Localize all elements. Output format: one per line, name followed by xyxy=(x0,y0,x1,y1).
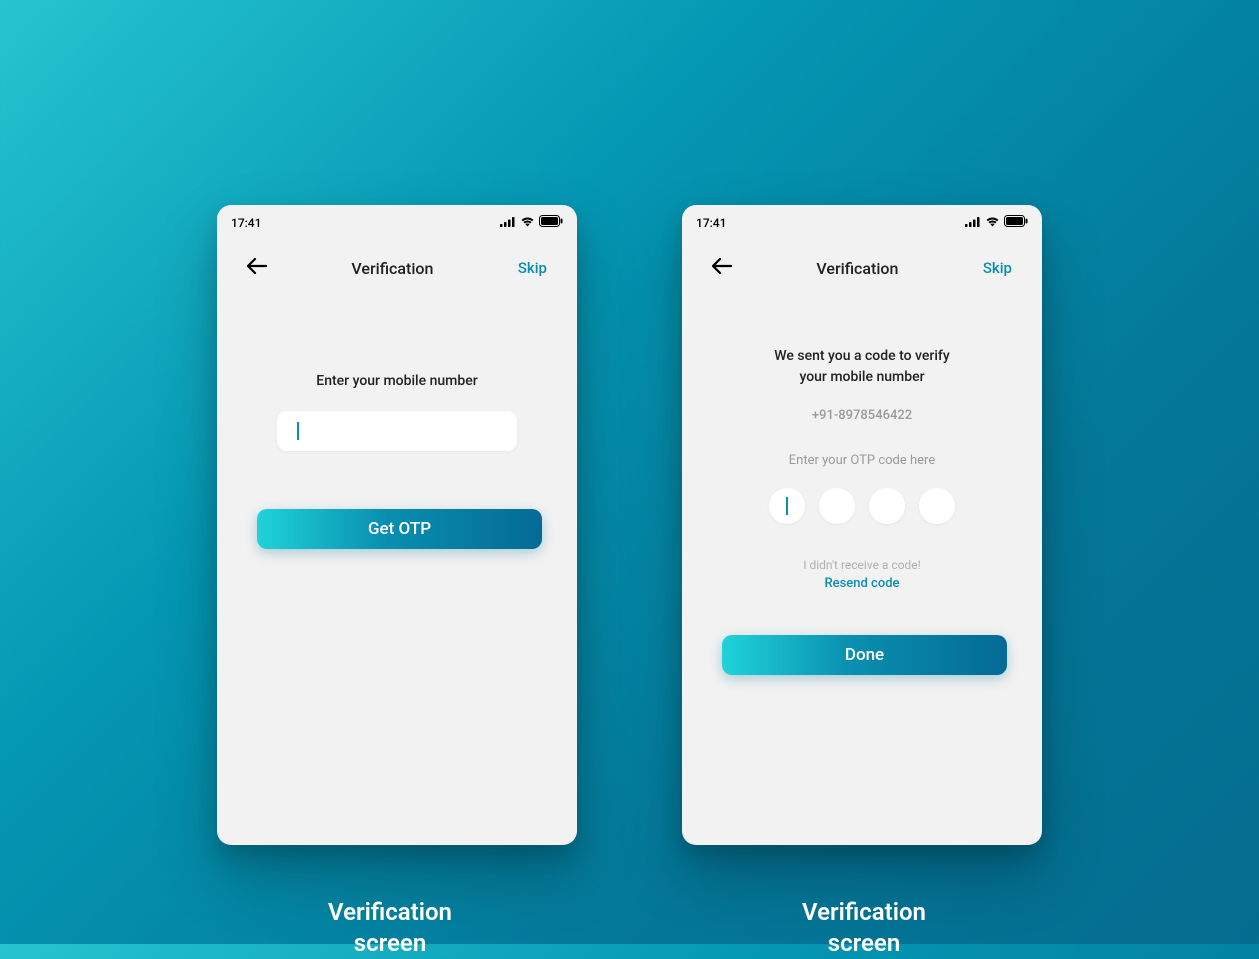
text-cursor xyxy=(297,422,299,440)
verify-line1: We sent you a code to verify xyxy=(774,348,949,364)
battery-icon xyxy=(1004,215,1028,230)
caption-left: Verification screen xyxy=(290,897,490,959)
otp-digit-1[interactable] xyxy=(769,488,805,524)
page-title: Verification xyxy=(351,259,433,278)
status-time: 17:41 xyxy=(696,216,726,230)
signal-icon xyxy=(965,216,981,230)
skip-button[interactable]: Skip xyxy=(518,259,547,277)
status-time: 17:41 xyxy=(231,216,261,230)
back-button[interactable] xyxy=(247,258,267,278)
arrow-left-icon xyxy=(712,258,732,278)
back-button[interactable] xyxy=(712,258,732,278)
arrow-left-icon xyxy=(247,258,267,278)
text-cursor xyxy=(786,497,788,515)
verify-line2: your mobile number xyxy=(799,369,924,385)
caption-right: Verification screen xyxy=(764,897,964,959)
signal-icon xyxy=(500,216,516,230)
get-otp-button[interactable]: Get OTP xyxy=(257,509,542,549)
mobile-number-input[interactable] xyxy=(277,411,517,451)
caption-line1: Verification xyxy=(328,898,452,926)
phone-mockup-enter-otp: 17:41 Verification Skip xyxy=(682,205,1042,845)
caption-line2: screen xyxy=(354,929,427,957)
status-icons xyxy=(500,215,563,230)
nav-bar: Verification Skip xyxy=(217,236,577,288)
phone-mockup-enter-number: 17:41 Verification Skip xyxy=(217,205,577,845)
otp-digit-3[interactable] xyxy=(869,488,905,524)
page-title: Verification xyxy=(816,259,898,278)
otp-digit-2[interactable] xyxy=(819,488,855,524)
skip-button[interactable]: Skip xyxy=(983,259,1012,277)
status-icons xyxy=(965,215,1028,230)
otp-prompt: Enter your OTP code here xyxy=(722,453,1002,468)
done-button[interactable]: Done xyxy=(722,635,1007,675)
phone-number-display: +91-8978546422 xyxy=(722,408,1002,423)
verify-message: We sent you a code to verify your mobile… xyxy=(722,346,1002,388)
caption-line1: Verification xyxy=(802,898,926,926)
resend-code-link[interactable]: Resend code xyxy=(722,576,1002,591)
otp-input-row xyxy=(722,488,1002,524)
battery-icon xyxy=(539,215,563,230)
enter-number-prompt: Enter your mobile number xyxy=(257,373,537,389)
wifi-icon xyxy=(985,216,1000,230)
no-code-text: I didn't receive a code! xyxy=(722,558,1002,572)
status-bar: 17:41 xyxy=(682,205,1042,236)
wifi-icon xyxy=(520,216,535,230)
status-bar: 17:41 xyxy=(217,205,577,236)
caption-line2: screen xyxy=(828,929,901,957)
otp-digit-4[interactable] xyxy=(919,488,955,524)
nav-bar: Verification Skip xyxy=(682,236,1042,288)
